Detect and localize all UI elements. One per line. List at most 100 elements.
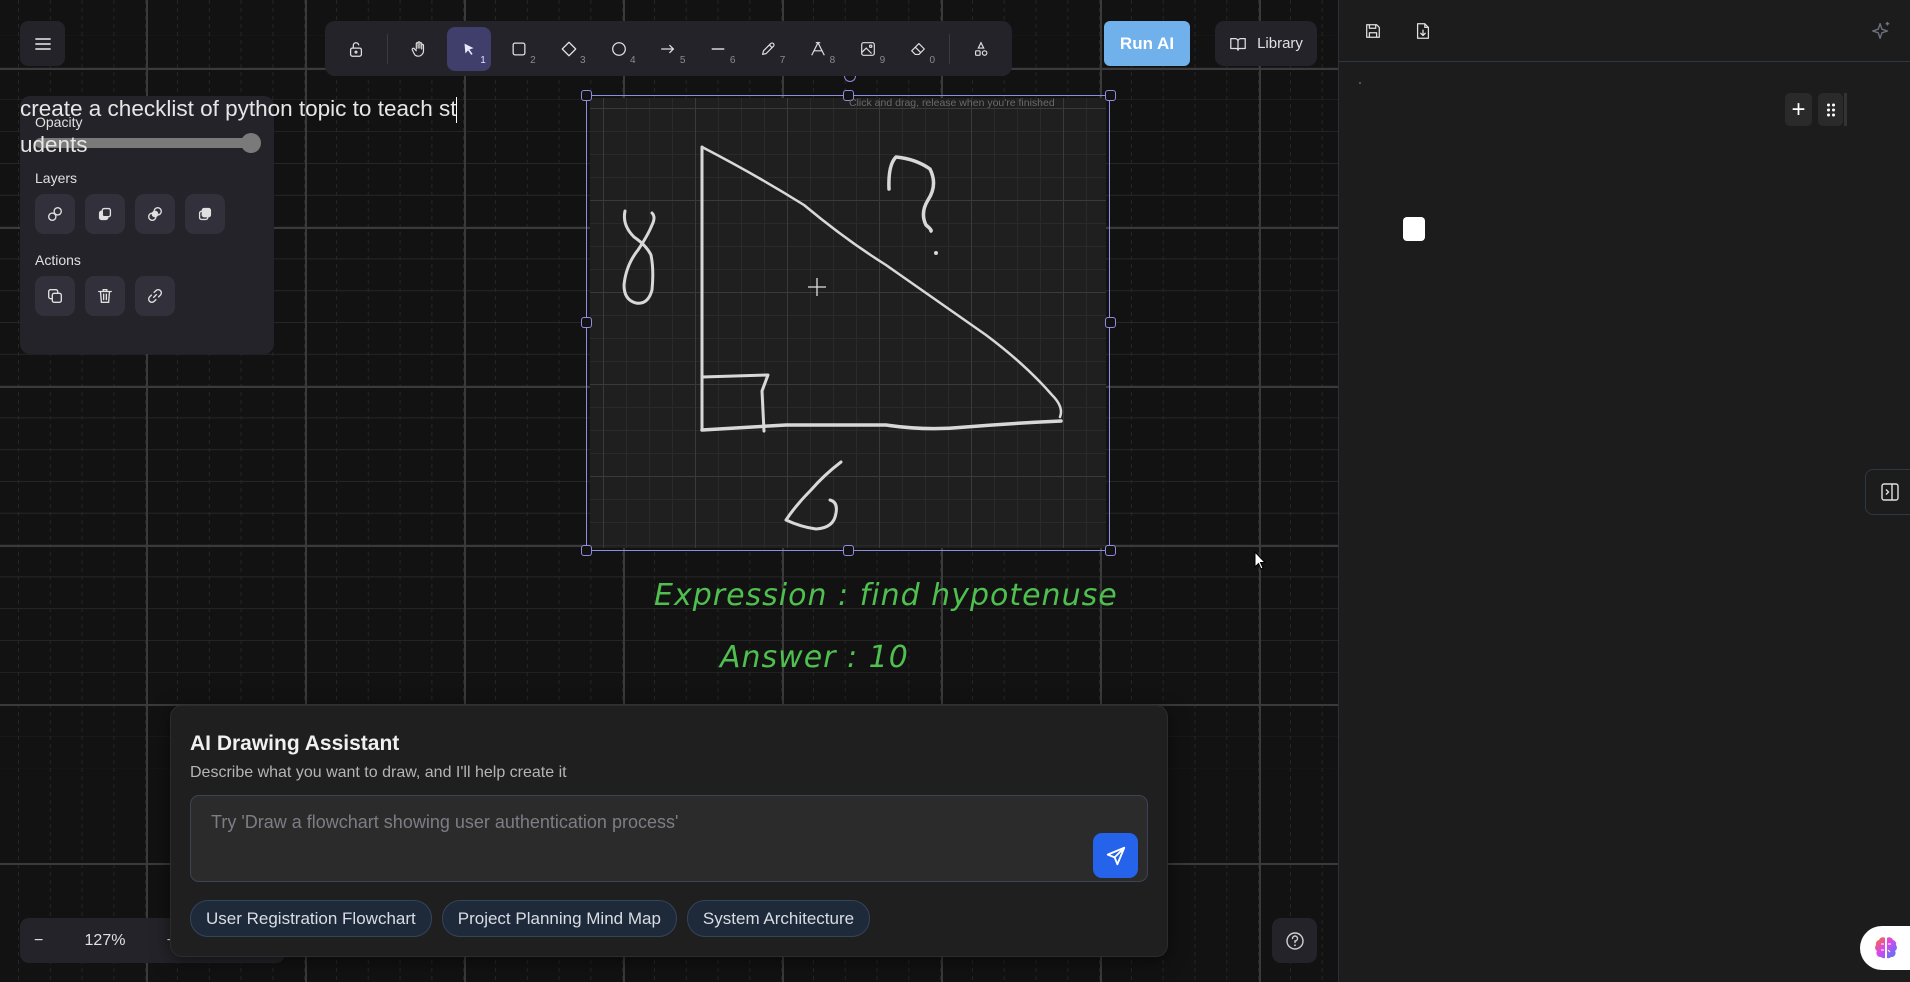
layers-buttons: [35, 194, 259, 234]
image-icon: [861, 41, 876, 56]
tool-shortcut: 3: [580, 54, 586, 66]
save-icon: [1366, 23, 1380, 38]
link-icon: [148, 289, 162, 303]
tool-shortcut: 4: [629, 54, 636, 66]
ai-brain-button[interactable]: [1860, 926, 1910, 970]
zoom-controls: − 127% +: [20, 918, 190, 963]
crosshair-cursor-icon: [808, 278, 826, 296]
tool-diamond[interactable]: 3: [547, 27, 591, 71]
tool-ellipse[interactable]: 4: [597, 27, 641, 71]
drag-block-handle[interactable]: [1818, 93, 1843, 126]
help-question-icon: [1285, 931, 1304, 950]
brain-icon: [1875, 937, 1897, 959]
shapes-icon: [975, 40, 988, 56]
resize-handle-nw[interactable]: [581, 90, 592, 101]
note-text-part: create a checklist of python topic to te…: [20, 96, 457, 121]
tool-shortcut: 6: [729, 54, 736, 66]
plus-icon: +: [1791, 95, 1806, 123]
help-button[interactable]: [1272, 918, 1317, 963]
send-backward-button[interactable]: [85, 194, 125, 234]
tool-lock[interactable]: [334, 27, 378, 71]
hand-icon: [411, 40, 424, 57]
tool-selection[interactable]: 1: [446, 26, 491, 71]
duplicate-icon: [48, 289, 62, 303]
zoom-level[interactable]: 127%: [85, 932, 126, 950]
selection-box[interactable]: [586, 95, 1110, 551]
send-to-back-button[interactable]: [35, 194, 75, 234]
tool-text[interactable]: 8: [796, 27, 840, 71]
resize-handle-se[interactable]: [1105, 545, 1116, 556]
send-to-back-icon: [48, 207, 62, 221]
tool-shortcut: 2: [530, 54, 536, 66]
bring-forward-button[interactable]: [135, 194, 175, 234]
tool-eraser[interactable]: 0: [896, 27, 940, 71]
tool-shortcut: 7: [779, 54, 786, 66]
tool-more-shapes[interactable]: [959, 27, 1003, 71]
toolbar-separator: [949, 33, 951, 64]
layers-label: Layers: [35, 170, 78, 186]
send-backward-icon: [98, 207, 112, 221]
add-block-button[interactable]: +: [1785, 93, 1812, 126]
app-root: Click and drag, release when you're fini…: [0, 0, 1910, 982]
duplicate-button[interactable]: [35, 276, 75, 316]
arrow-right-icon: [661, 44, 675, 53]
rectangle-icon: [512, 42, 526, 55]
suggestion-chip[interactable]: System Architecture: [686, 900, 871, 937]
pencil-icon: [762, 42, 775, 55]
ai-prompt-input[interactable]: [191, 796, 1147, 881]
tool-draw[interactable]: 7: [746, 27, 790, 71]
diamond-icon: [561, 41, 577, 56]
link-button[interactable]: [135, 276, 175, 316]
ai-assistant-title: AI Drawing Assistant: [190, 732, 400, 755]
notes-panel-header: [1339, 0, 1910, 62]
tool-line[interactable]: 6: [696, 27, 740, 71]
library-button[interactable]: Library: [1215, 21, 1317, 66]
book-open-icon: [1230, 37, 1246, 51]
tool-rectangle[interactable]: 2: [497, 27, 541, 71]
panel-collapse-icon: [1881, 483, 1899, 501]
resize-handle-s[interactable]: [843, 545, 854, 556]
tool-hand[interactable]: [397, 27, 441, 71]
resize-handle-e[interactable]: [1105, 317, 1116, 328]
text-caret: [455, 97, 457, 124]
ellipse-icon: [611, 41, 626, 56]
collapse-panel-button[interactable]: [1865, 469, 1910, 515]
actions-label: Actions: [35, 252, 81, 268]
toolbar-separator: [386, 33, 388, 64]
ai-prompt-input-container: [190, 795, 1148, 882]
send-icon: [1106, 846, 1125, 865]
expression-text[interactable]: Expression : find hypotenuse: [654, 578, 1118, 613]
delete-button[interactable]: [85, 276, 125, 316]
main-menu-button[interactable]: [20, 21, 65, 66]
hamburger-menu-icon: [34, 37, 51, 50]
drag-handle-icon: [1826, 103, 1835, 116]
resize-handle-w[interactable]: [581, 317, 592, 328]
tool-image[interactable]: 9: [846, 27, 890, 71]
bring-forward-icon: [148, 207, 162, 221]
tool-shortcut: 5: [679, 54, 686, 66]
suggestion-chip[interactable]: Project Planning Mind Map: [441, 900, 677, 937]
ai-assistant-subtitle: Describe what you want to draw, and I'll…: [190, 764, 567, 781]
block-scrollbar: [1844, 93, 1847, 126]
export-file-button[interactable]: [1405, 13, 1441, 49]
save-button[interactable]: [1355, 13, 1391, 49]
note-text-editor[interactable]: create a checklist of python topic to te…: [20, 91, 470, 163]
bring-to-front-button[interactable]: [185, 194, 225, 234]
tool-shortcut: 8: [829, 54, 836, 66]
resize-handle-sw[interactable]: [581, 545, 592, 556]
send-prompt-button[interactable]: [1093, 833, 1138, 878]
suggestion-chip[interactable]: User Registration Flowchart: [190, 900, 432, 937]
tool-arrow[interactable]: 5: [647, 27, 691, 71]
library-label: Library: [1257, 35, 1303, 52]
mouse-cursor-icon: [1254, 551, 1267, 570]
placeholder-dot: [1359, 82, 1361, 84]
run-ai-button[interactable]: Run AI: [1104, 21, 1190, 66]
tool-shortcut: 1: [480, 54, 486, 66]
checklist-checkbox[interactable]: [1403, 217, 1425, 241]
answer-text[interactable]: Answer : 10: [720, 640, 909, 675]
zoom-out-button[interactable]: −: [34, 932, 43, 950]
text-icon: [811, 40, 826, 56]
sparkles-icon: [1872, 21, 1890, 40]
ai-sparkle-button[interactable]: [1864, 14, 1898, 48]
resize-handle-ne[interactable]: [1105, 90, 1116, 101]
